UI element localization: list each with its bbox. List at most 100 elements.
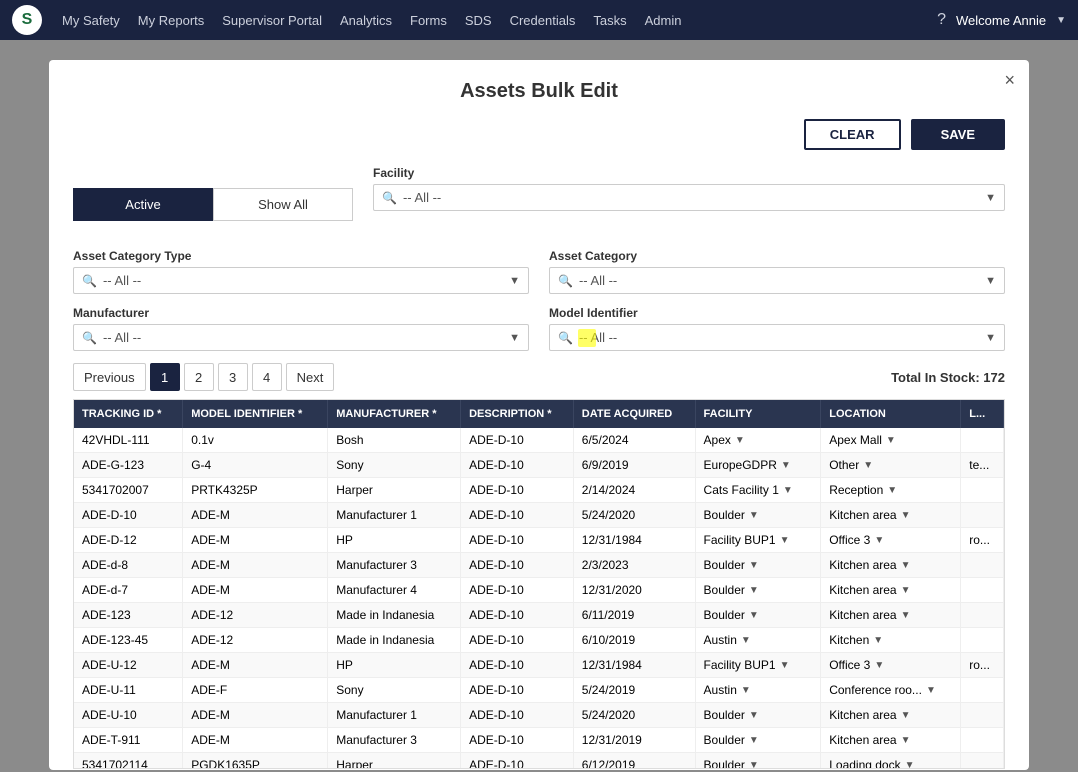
cell-dropdown-arrow[interactable]: ▼ (749, 560, 759, 571)
table-cell: ADE-d-8 (74, 553, 183, 578)
table-cell: ADE-G-123 (74, 453, 183, 478)
cell-dropdown-arrow[interactable]: ▼ (901, 560, 911, 571)
table-row: 42VHDL-1110.1vBoshADE-D-106/5/2024Apex▼A… (74, 428, 1004, 453)
cell-dropdown-arrow[interactable]: ▼ (749, 735, 759, 746)
cell-dropdown-arrow[interactable]: ▼ (749, 710, 759, 721)
table-row: ADE-G-123G-4SonyADE-D-106/9/2019EuropeGD… (74, 453, 1004, 478)
next-button[interactable]: Next (286, 363, 335, 391)
col-description: DESCRIPTION * (461, 400, 574, 428)
facility-filter: Facility 🔍 -- All -- ▼ (373, 166, 1005, 211)
table-cell: HP (328, 528, 461, 553)
table-cell: Boulder▼ (695, 553, 821, 578)
previous-button[interactable]: Previous (73, 363, 146, 391)
modal-close-button[interactable]: × (1004, 70, 1015, 91)
cell-dropdown-arrow[interactable]: ▼ (901, 585, 911, 596)
cell-dropdown-arrow[interactable]: ▼ (749, 585, 759, 596)
cell-dropdown-arrow[interactable]: ▼ (735, 435, 745, 446)
table-cell: Kitchen area▼ (821, 728, 961, 753)
table-cell: Sony (328, 453, 461, 478)
clear-button[interactable]: CLEAR (804, 119, 901, 150)
cell-dropdown-arrow[interactable]: ▼ (873, 635, 883, 646)
table-cell: Apex Mall▼ (821, 428, 961, 453)
col-location: LOCATION (821, 400, 961, 428)
manufacturer-label: Manufacturer (73, 306, 529, 320)
cell-dropdown-arrow[interactable]: ▼ (887, 485, 897, 496)
cell-dropdown-arrow[interactable]: ▼ (780, 660, 790, 671)
manufacturer-value: -- All -- (103, 330, 503, 345)
table-cell: 5341702007 (74, 478, 183, 503)
cell-dropdown-arrow[interactable]: ▼ (901, 610, 911, 621)
cell-dropdown-arrow[interactable]: ▼ (901, 710, 911, 721)
facility-select[interactable]: 🔍 -- All -- ▼ (373, 184, 1005, 211)
cell-dropdown-arrow[interactable]: ▼ (901, 510, 911, 521)
nav-sds[interactable]: SDS (465, 13, 492, 28)
page-1-button[interactable]: 1 (150, 363, 180, 391)
cell-dropdown-arrow[interactable]: ▼ (741, 685, 751, 696)
table-row: ADE-T-911ADE-MManufacturer 3ADE-D-1012/3… (74, 728, 1004, 753)
asset-category-type-select[interactable]: 🔍 -- All -- ▼ (73, 267, 529, 294)
table-cell: 5/24/2020 (573, 703, 695, 728)
table-cell: ADE-D-10 (461, 703, 574, 728)
table-cell (961, 703, 1004, 728)
table-cell: G-4 (183, 453, 328, 478)
manufacturer-select[interactable]: 🔍 -- All -- ▼ (73, 324, 529, 351)
cell-dropdown-arrow[interactable]: ▼ (886, 435, 896, 446)
table-cell: Austin▼ (695, 678, 821, 703)
table-cell: ADE-M (183, 528, 328, 553)
cell-dropdown-arrow[interactable]: ▼ (901, 735, 911, 746)
table-cell: ADE-M (183, 728, 328, 753)
page-3-button[interactable]: 3 (218, 363, 248, 391)
filter-row-1: Asset Category Type 🔍 -- All -- ▼ Asset … (73, 249, 1005, 294)
cell-dropdown-arrow[interactable]: ▼ (780, 535, 790, 546)
nav-my-safety[interactable]: My Safety (62, 13, 120, 28)
act-dropdown-arrow: ▼ (509, 275, 520, 287)
toggle-show-all[interactable]: Show All (213, 188, 353, 221)
toggle-active[interactable]: Active (73, 188, 213, 221)
table-cell: ADE-D-10 (461, 678, 574, 703)
model-identifier-select[interactable]: 🔍 -- All -- ▼ (549, 324, 1005, 351)
nav-supervisor-portal[interactable]: Supervisor Portal (222, 13, 322, 28)
table-cell: PGDK1635P (183, 753, 328, 770)
cell-dropdown-arrow[interactable]: ▼ (874, 535, 884, 546)
table-cell: 42VHDL-111 (74, 428, 183, 453)
asset-category-select[interactable]: 🔍 -- All -- ▼ (549, 267, 1005, 294)
table-cell: ADE-D-10 (461, 653, 574, 678)
nav-admin[interactable]: Admin (645, 13, 682, 28)
nav-my-reports[interactable]: My Reports (138, 13, 204, 28)
table-cell: Boulder▼ (695, 578, 821, 603)
help-icon[interactable]: ? (937, 11, 946, 29)
table-cell: ADE-U-11 (74, 678, 183, 703)
table-cell: 6/12/2019 (573, 753, 695, 770)
table-cell: Made in Indanesia (328, 628, 461, 653)
cell-dropdown-arrow[interactable]: ▼ (781, 460, 791, 471)
cell-dropdown-arrow[interactable]: ▼ (863, 460, 873, 471)
page-4-button[interactable]: 4 (252, 363, 282, 391)
cell-dropdown-arrow[interactable]: ▼ (783, 485, 793, 496)
page-2-button[interactable]: 2 (184, 363, 214, 391)
nav-forms[interactable]: Forms (410, 13, 447, 28)
cell-dropdown-arrow[interactable]: ▼ (926, 685, 936, 696)
pagination-row: Previous 1 2 3 4 Next Total In Stock: 17… (73, 363, 1005, 391)
cell-dropdown-arrow[interactable]: ▼ (749, 510, 759, 521)
table-cell: ADE-D-10 (74, 503, 183, 528)
nav-tasks[interactable]: Tasks (593, 13, 626, 28)
table-cell: Manufacturer 4 (328, 578, 461, 603)
table-cell: ADE-U-12 (74, 653, 183, 678)
facility-dropdown-arrow: ▼ (985, 192, 996, 204)
nav-user-dropdown-arrow[interactable]: ▼ (1056, 15, 1066, 26)
table-cell: Kitchen▼ (821, 628, 961, 653)
table-cell: PRTK4325P (183, 478, 328, 503)
cell-dropdown-arrow[interactable]: ▼ (749, 760, 759, 770)
cell-dropdown-arrow[interactable]: ▼ (741, 635, 751, 646)
modal-overlay: × Assets Bulk Edit CLEAR SAVE Active Sho… (0, 40, 1078, 772)
nav-credentials[interactable]: Credentials (510, 13, 576, 28)
cell-dropdown-arrow[interactable]: ▼ (874, 660, 884, 671)
filter-row-2: Manufacturer 🔍 -- All -- ▼ Model Identif… (73, 306, 1005, 351)
save-button[interactable]: SAVE (911, 119, 1005, 150)
table-cell (961, 428, 1004, 453)
cell-dropdown-arrow[interactable]: ▼ (749, 610, 759, 621)
table-row: ADE-U-10ADE-MManufacturer 1ADE-D-105/24/… (74, 703, 1004, 728)
nav-analytics[interactable]: Analytics (340, 13, 392, 28)
table-row: ADE-d-8ADE-MManufacturer 3ADE-D-102/3/20… (74, 553, 1004, 578)
cell-dropdown-arrow[interactable]: ▼ (905, 760, 915, 770)
